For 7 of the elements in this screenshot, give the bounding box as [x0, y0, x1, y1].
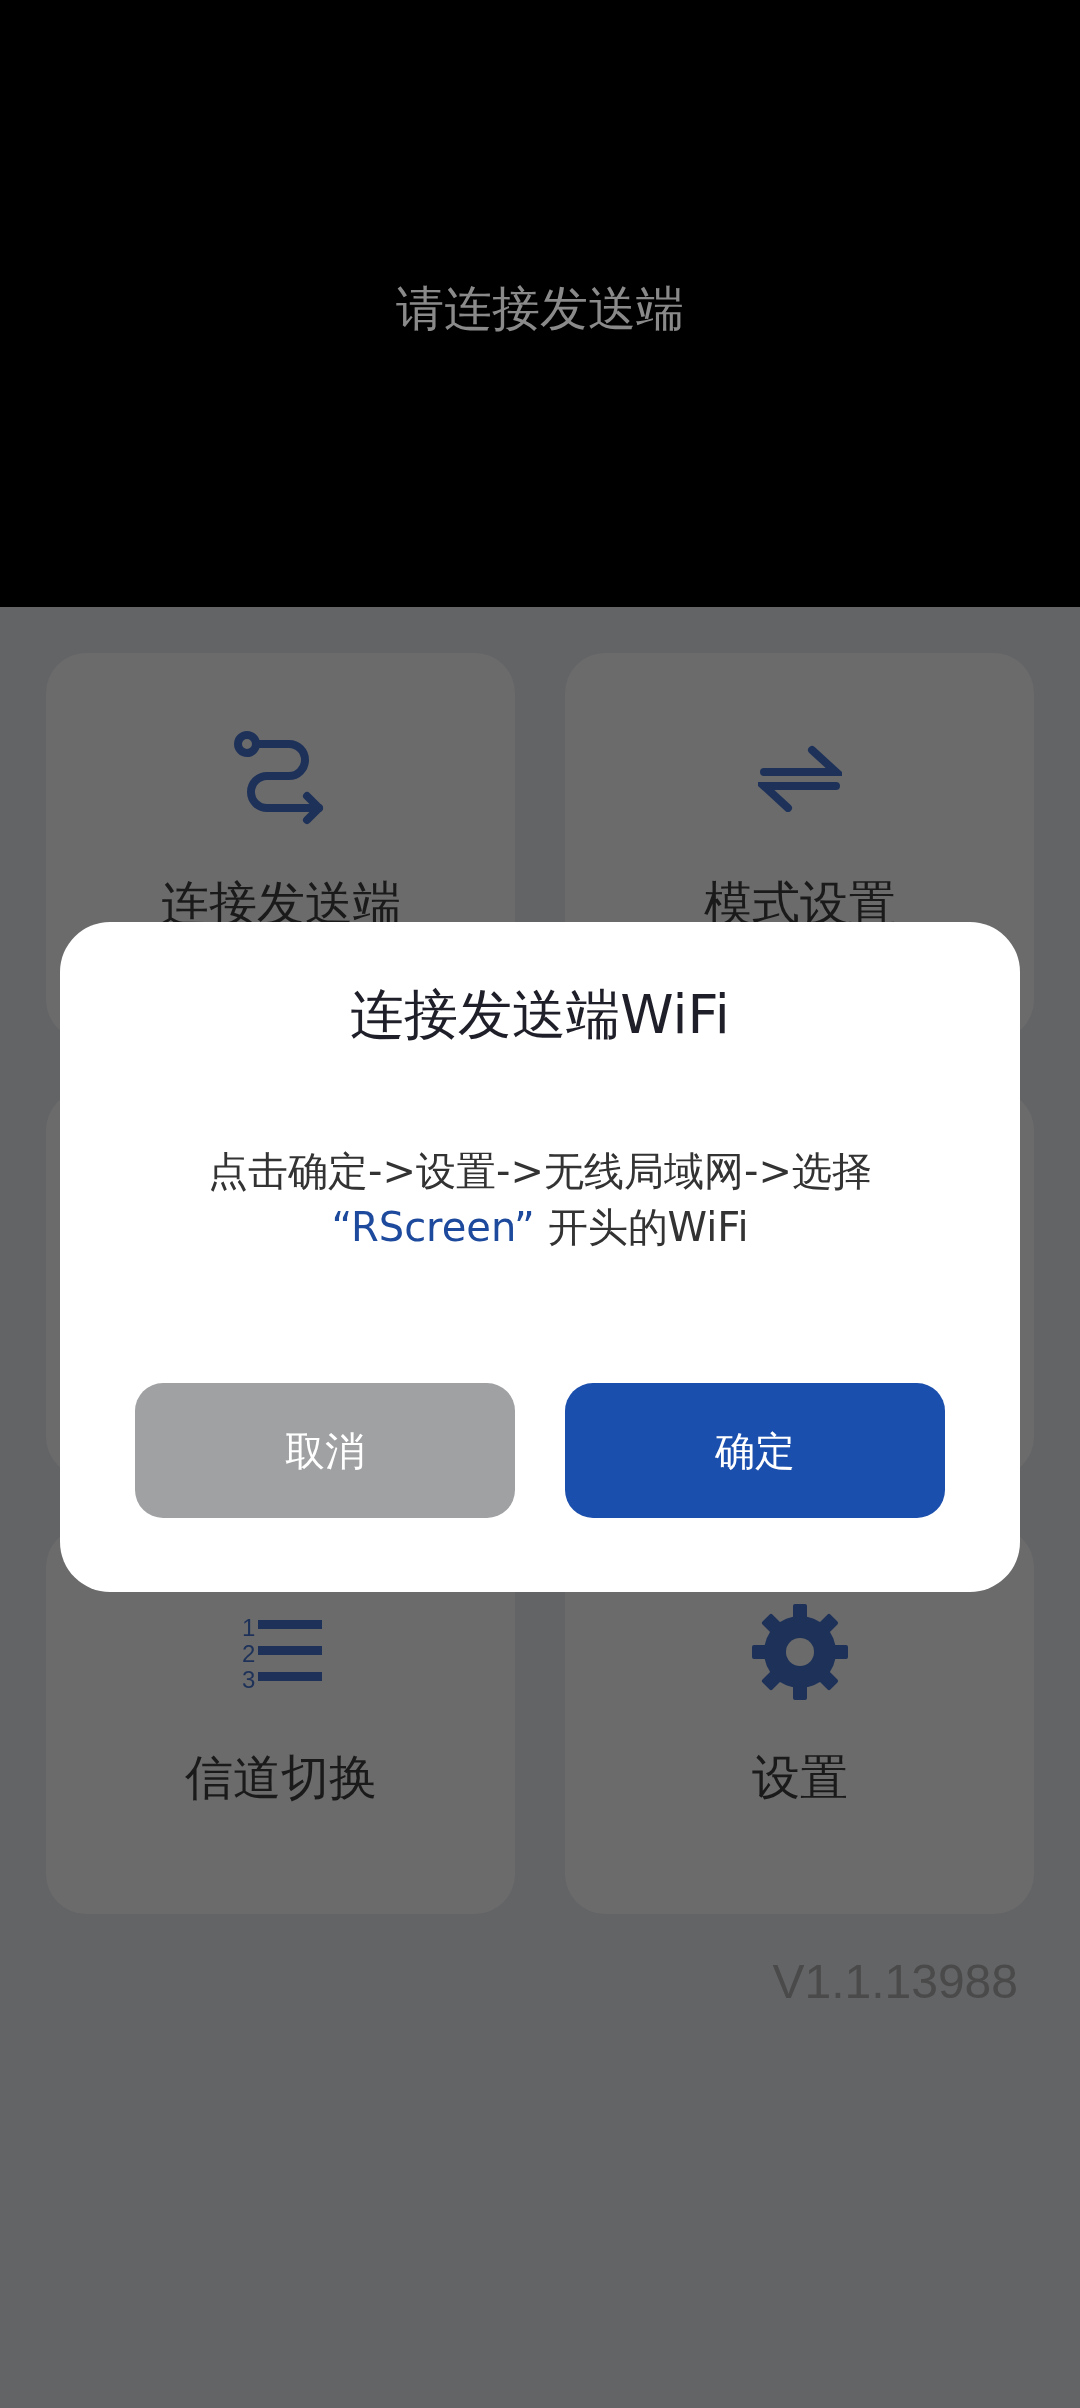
cancel-button[interactable]: 取消	[135, 1383, 515, 1518]
confirm-button[interactable]: 确定	[565, 1383, 945, 1518]
status-text: 请连接发送端	[396, 279, 684, 338]
dialog-message: 点击确定->设置->无线局域网->选择 “RScreen” 开头的WiFi	[208, 1147, 872, 1252]
card-label: 信道切换	[184, 1748, 377, 1807]
settings-icon	[749, 1602, 850, 1702]
card-label: 设置	[751, 1748, 848, 1807]
